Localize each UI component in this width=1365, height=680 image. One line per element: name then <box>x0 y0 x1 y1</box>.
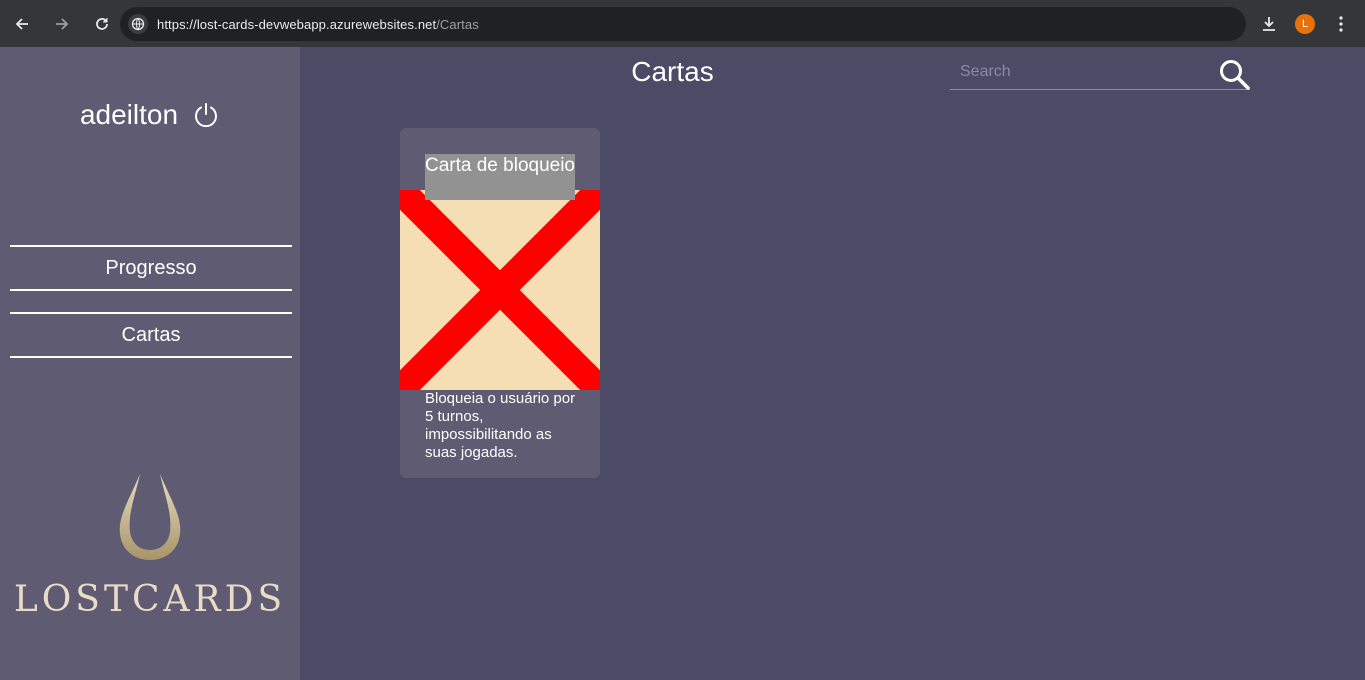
search-box <box>950 56 1250 90</box>
search-input[interactable] <box>950 60 1210 84</box>
address-bar[interactable]: https://lost-cards-devwebapp.azurewebsit… <box>120 7 1246 41</box>
profile-avatar: L <box>1295 14 1315 34</box>
profile-button[interactable]: L <box>1287 6 1323 42</box>
sidebar-item-progresso[interactable]: Progresso <box>10 245 292 291</box>
card-item[interactable]: Carta de bloqueio Bloqueia o usuário por… <box>400 128 600 478</box>
browser-menu-button[interactable] <box>1323 6 1359 42</box>
url-path: /Cartas <box>436 16 479 32</box>
card-description: Bloqueia o usuário por 5 turnos, impossi… <box>425 390 576 461</box>
sidebar-item-cartas[interactable]: Cartas <box>10 312 292 358</box>
page-title: Cartas <box>631 56 714 87</box>
logo-drop-icon <box>119 474 181 560</box>
forward-arrow-icon <box>56 17 69 30</box>
forward-button[interactable] <box>44 6 80 42</box>
site-info-icon[interactable] <box>128 14 148 34</box>
reload-icon <box>96 17 108 30</box>
sidebar-item-label: Cartas <box>121 323 181 346</box>
download-icon <box>1263 17 1275 31</box>
back-button[interactable] <box>4 6 40 42</box>
user-row: adeilton <box>0 99 300 131</box>
card-title: Carta de bloqueio <box>425 154 575 200</box>
power-icon[interactable] <box>192 101 220 129</box>
back-arrow-icon <box>15 17 28 30</box>
kebab-menu-icon <box>1339 16 1343 32</box>
block-x-icon <box>400 190 600 390</box>
url-host: https://lost-cards-devwebapp.azurewebsit… <box>157 16 437 32</box>
sidebar-item-label: Progresso <box>105 256 197 279</box>
url-text: https://lost-cards-devwebapp.azurewebsit… <box>157 17 479 32</box>
username: adeilton <box>79 99 179 130</box>
sidebar: adeilton Progresso Cartas LOSTCARDS <box>0 47 300 680</box>
reload-button[interactable] <box>84 6 120 42</box>
downloads-button[interactable] <box>1251 6 1287 42</box>
browser-toolbar: https://lost-cards-devwebapp.azurewebsit… <box>0 0 1365 47</box>
logo-wordmark: LOSTCARDS <box>13 579 287 620</box>
search-icon[interactable] <box>1218 58 1250 90</box>
